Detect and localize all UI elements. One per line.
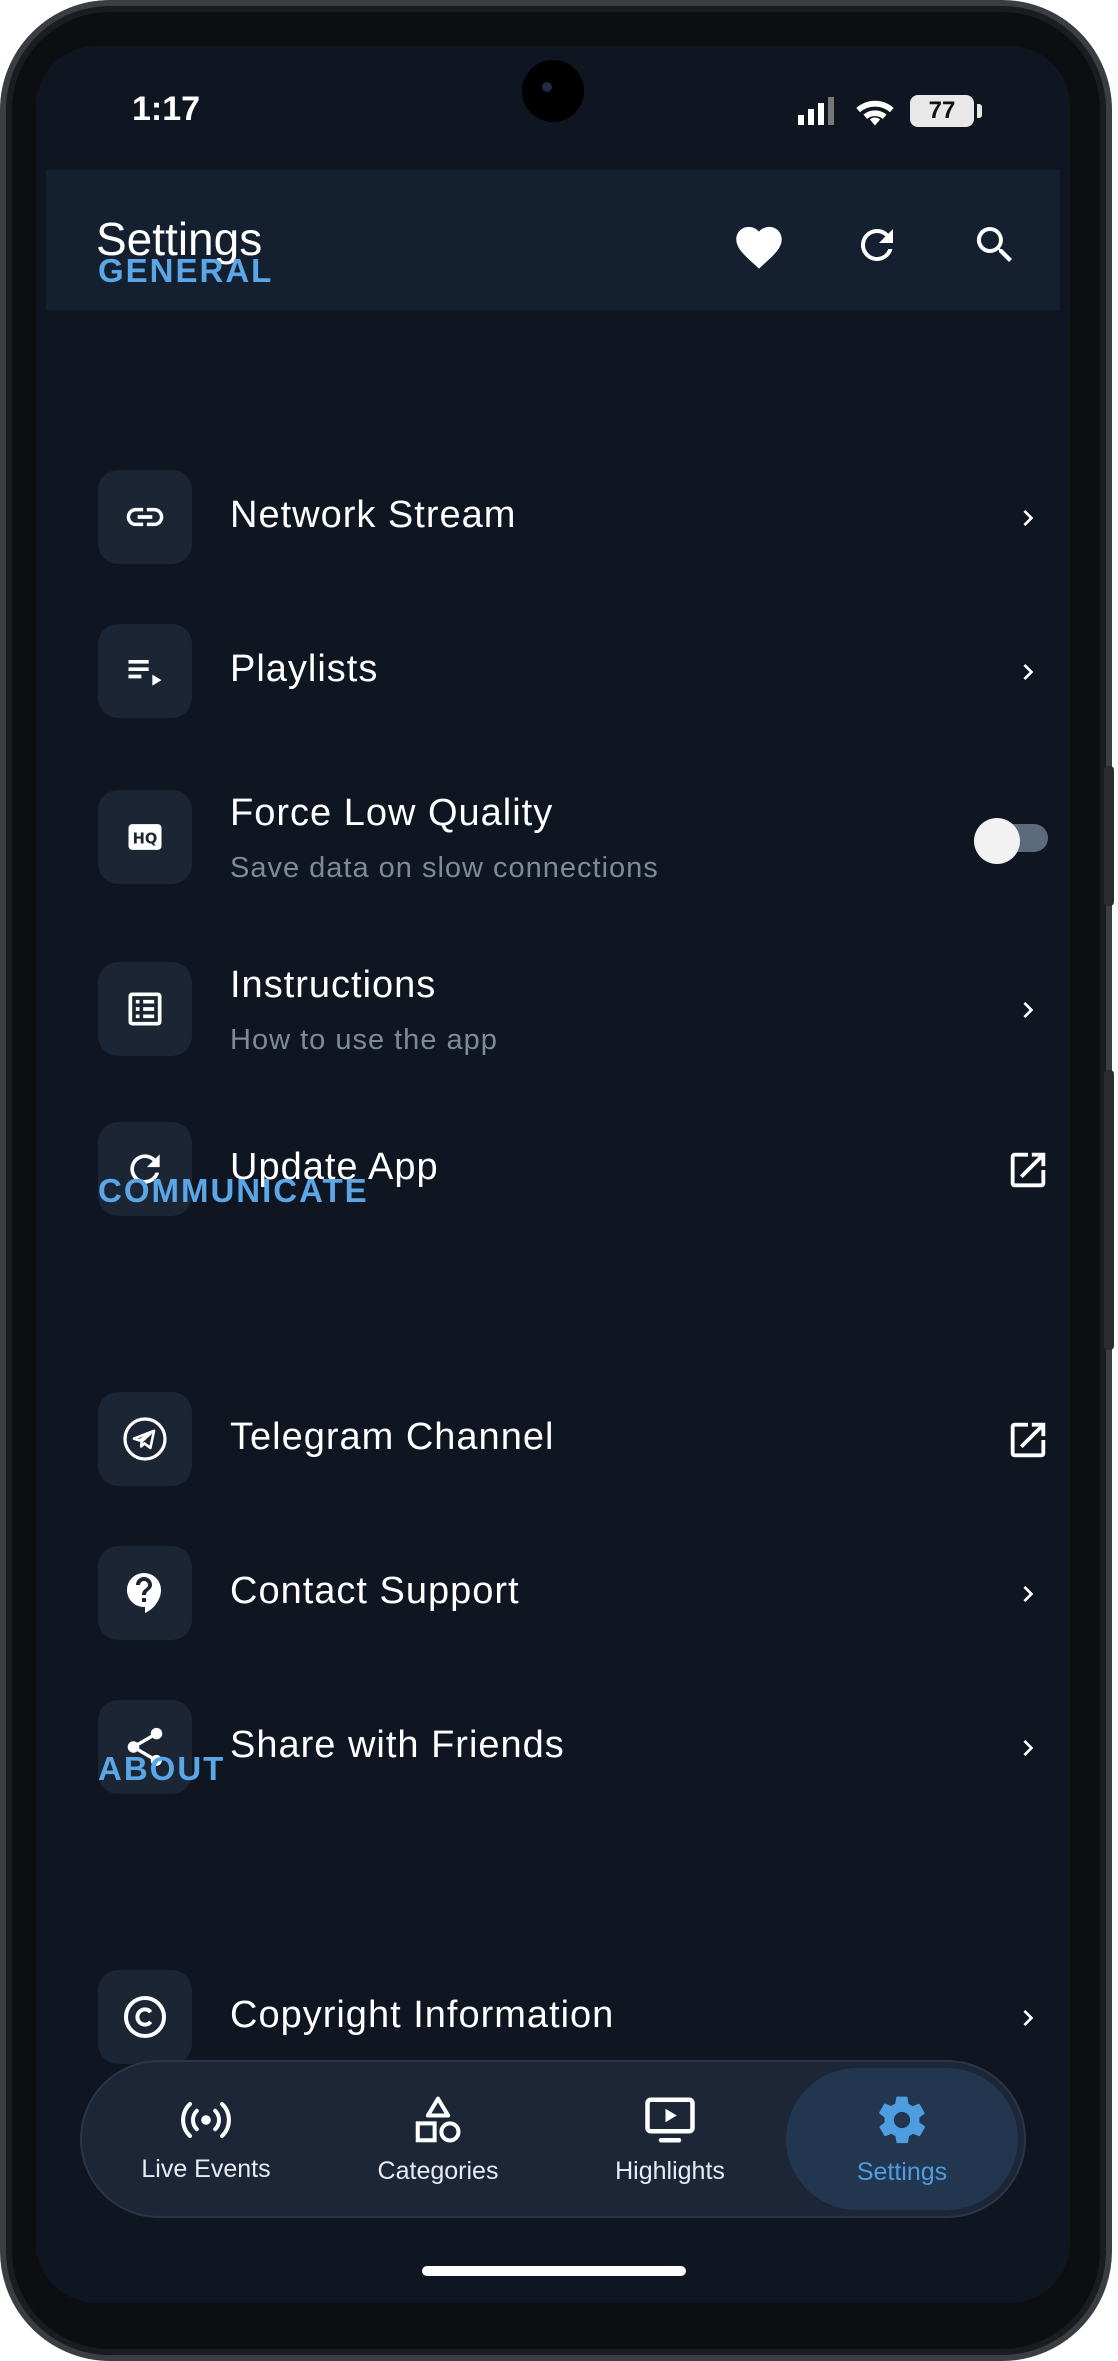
gear-icon xyxy=(879,2096,926,2143)
chevron-right-icon xyxy=(998,488,1058,548)
setting-telegram-channel[interactable]: Telegram Channel xyxy=(98,1392,1058,1488)
nav-label: Highlights xyxy=(615,2156,725,2185)
icon-box xyxy=(98,470,192,564)
play-screen-icon xyxy=(645,2097,695,2142)
refresh-icon xyxy=(860,228,893,261)
copyright-icon xyxy=(124,1996,166,2038)
icon-box xyxy=(98,624,192,718)
heart-icon xyxy=(736,226,782,269)
broadcast-icon xyxy=(181,2101,231,2138)
nav-label: Categories xyxy=(377,2156,499,2185)
playlist-icon xyxy=(128,660,162,686)
hq-icon: HQ xyxy=(128,824,162,850)
setting-label: Instructions xyxy=(230,964,437,1006)
support-icon xyxy=(127,1573,161,1613)
icon-box xyxy=(98,962,192,1056)
chevron-right-icon xyxy=(998,642,1058,702)
volume-button xyxy=(1104,1070,1114,1350)
link-icon xyxy=(126,507,164,527)
icon-box xyxy=(98,1970,192,2064)
setting-contact-support[interactable]: Contact Support xyxy=(98,1546,1058,1642)
setting-label: Network Stream xyxy=(230,494,517,536)
nav-highlights[interactable]: Highlights xyxy=(554,2062,786,2216)
setting-playlists[interactable]: Playlists xyxy=(98,624,1058,720)
setting-label: Contact Support xyxy=(230,1570,520,1612)
external-link-icon xyxy=(998,1140,1058,1200)
nav-settings[interactable]: Settings xyxy=(786,2068,1018,2210)
section-title-communicate: COMMUNICATE xyxy=(98,1172,369,1209)
power-button xyxy=(1104,766,1114,906)
setting-label: Copyright Information xyxy=(230,1994,615,2036)
search-button[interactable] xyxy=(950,200,1040,290)
telegram-icon xyxy=(123,1417,167,1461)
status-bar: 1:17 77 xyxy=(36,46,1070,170)
section-title-about: ABOUT xyxy=(98,1750,226,1787)
status-time: 1:17 xyxy=(132,90,201,128)
setting-share-with-friends[interactable]: Share with Friends xyxy=(98,1700,1058,1796)
icon-box: HQ xyxy=(98,790,192,884)
nav-label: Settings xyxy=(856,2157,948,2186)
app-bar-actions xyxy=(714,200,1040,290)
signal-icon xyxy=(798,97,834,125)
icon-box xyxy=(98,1546,192,1640)
status-icons: 77 xyxy=(796,94,982,128)
shapes-icon xyxy=(415,2096,461,2142)
setting-instructions[interactable]: Instructions How to use the app xyxy=(98,962,1058,1058)
nav-label: Live Events xyxy=(141,2154,271,2183)
screen: 1:17 77 Settings GENERAL Network Stream … xyxy=(36,46,1070,2303)
section-title-general: GENERAL xyxy=(98,252,274,289)
setting-force-low-quality: HQ Force Low Quality Save data on slow c… xyxy=(98,790,1058,886)
search-icon xyxy=(976,227,1012,262)
nav-live-events[interactable]: Live Events xyxy=(90,2062,322,2216)
bottom-nav: Live Events Categories Highlights Settin… xyxy=(80,2060,1026,2218)
home-indicator[interactable] xyxy=(422,2266,686,2276)
nav-categories[interactable]: Categories xyxy=(322,2062,554,2216)
toggle-thumb xyxy=(974,818,1020,864)
external-link-icon xyxy=(998,1410,1058,1470)
favorites-button[interactable] xyxy=(714,200,804,290)
setting-sublabel: How to use the app xyxy=(230,1024,498,1056)
setting-label: Force Low Quality xyxy=(230,792,554,834)
svg-text:HQ: HQ xyxy=(133,830,158,847)
battery-indicator: 77 xyxy=(910,95,982,127)
chevron-right-icon xyxy=(998,980,1058,1040)
list-icon xyxy=(128,992,162,1026)
low-quality-toggle[interactable] xyxy=(974,818,1052,864)
chevron-right-icon xyxy=(998,1718,1058,1778)
refresh-button[interactable] xyxy=(832,200,922,290)
setting-label: Telegram Channel xyxy=(230,1416,555,1458)
setting-copyright-information[interactable]: Copyright Information xyxy=(98,1970,1058,2066)
icon-box xyxy=(98,1392,192,1486)
setting-sublabel: Save data on slow connections xyxy=(230,852,659,884)
wifi-icon xyxy=(856,100,894,126)
chevron-right-icon xyxy=(998,1988,1058,2048)
setting-network-stream[interactable]: Network Stream xyxy=(98,470,1058,566)
setting-label: Playlists xyxy=(230,648,379,690)
front-camera xyxy=(522,60,584,122)
setting-label: Share with Friends xyxy=(230,1724,565,1766)
chevron-right-icon xyxy=(998,1564,1058,1624)
